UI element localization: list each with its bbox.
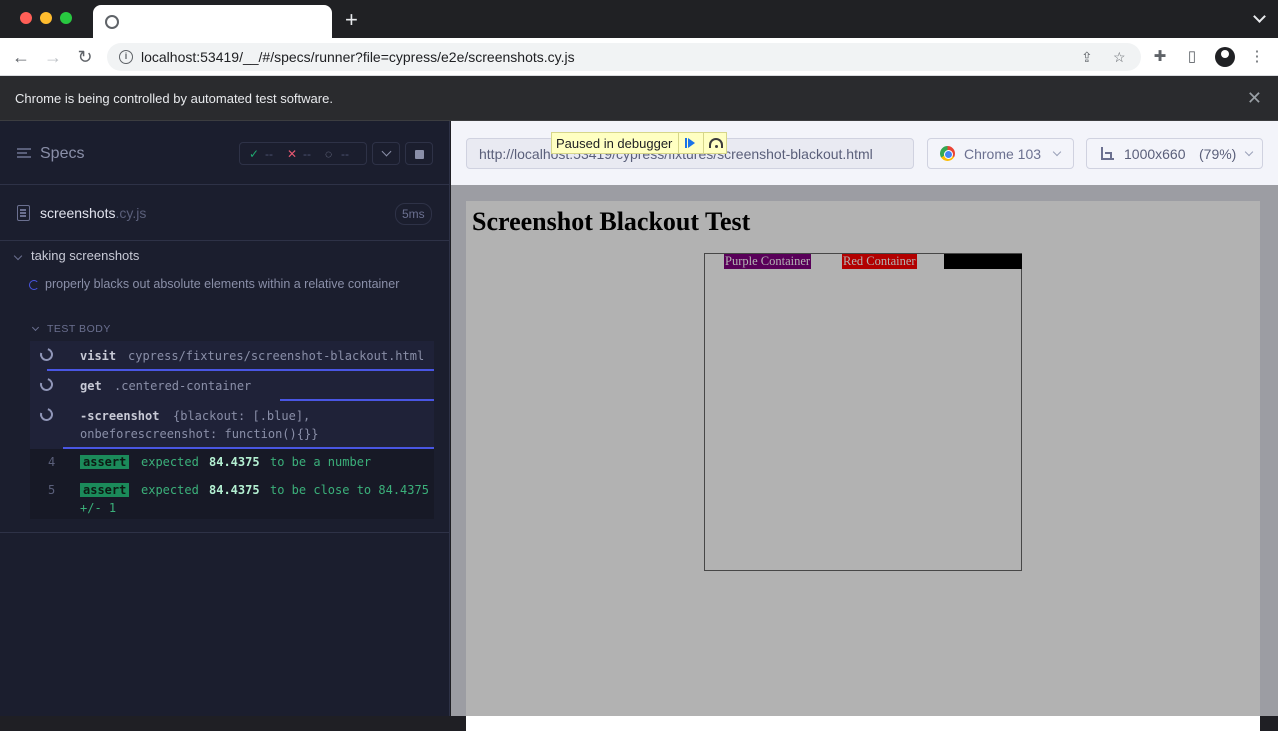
browser-name: Chrome 103: [964, 146, 1042, 162]
viewport-scale: (79%): [1199, 146, 1237, 162]
spec-file-row[interactable]: screenshots.cy.js 5ms: [0, 185, 449, 241]
site-info-icon[interactable]: i: [119, 50, 133, 64]
collapse-all-button[interactable]: [372, 142, 400, 165]
assert-value: 84.4375: [209, 455, 260, 469]
test-title[interactable]: properly blacks out absolute elements wi…: [45, 275, 415, 293]
step-over-button[interactable]: [703, 133, 727, 153]
command-row-visit[interactable]: visit cypress/fixtures/screenshot-blacko…: [30, 341, 434, 371]
assert-message-continued: +/- 1: [80, 501, 117, 515]
command-log: visit cypress/fixtures/screenshot-blacko…: [30, 341, 434, 519]
automation-infobar: Chrome is being controlled by automated …: [0, 76, 1278, 121]
paused-label: Paused in debugger: [556, 136, 673, 151]
specs-button-label[interactable]: Specs: [40, 145, 84, 163]
viewport-size: 1000x660: [1124, 146, 1186, 162]
reporter-header: Specs ✓ -- ✕ -- ◌ --: [0, 121, 449, 185]
bookmark-star-icon[interactable]: ☆: [1113, 49, 1126, 66]
chevron-down-icon: [1244, 147, 1254, 157]
passed-count: --: [265, 147, 273, 161]
side-panel-icon[interactable]: ▯: [1183, 48, 1201, 66]
command-message: {blackout: [.blue],: [173, 409, 311, 423]
spec-duration-badge: 5ms: [395, 203, 432, 225]
paused-in-debugger-badge: Paused in debugger: [551, 132, 727, 154]
reload-icon[interactable]: ↻: [75, 47, 95, 67]
document-icon: [17, 205, 30, 221]
browser-selector[interactable]: Chrome 103: [927, 138, 1074, 169]
command-name: get: [80, 379, 102, 393]
command-row-screenshot[interactable]: -screenshot {blackout: [.blue], onbefore…: [30, 401, 434, 449]
command-row-assert[interactable]: 4 assert expected 84.4375 to be a number: [30, 451, 434, 477]
address-url[interactable]: localhost:53419/__/#/specs/runner?file=c…: [141, 49, 575, 65]
back-arrow-icon[interactable]: ←: [11, 47, 31, 67]
automation-message: Chrome is being controlled by automated …: [15, 91, 333, 106]
command-message: .centered-container: [114, 379, 252, 393]
command-number: 4: [48, 455, 56, 469]
reporter-divider: [0, 532, 449, 533]
chevron-down-icon: [381, 146, 392, 157]
command-row-assert[interactable]: 5 assert expected 84.4375 to be close to…: [30, 479, 434, 519]
browser-tab[interactable]: [93, 5, 332, 38]
forward-arrow-icon[interactable]: →: [43, 47, 63, 67]
aut-iframe-container: Screenshot Blackout Test Purple Containe…: [451, 185, 1278, 731]
failed-x-icon: ✕: [287, 147, 298, 161]
caret-down-icon[interactable]: [31, 323, 40, 332]
close-window-button[interactable]: [20, 12, 32, 24]
suite-title[interactable]: taking screenshots: [31, 248, 139, 263]
specs-list-icon[interactable]: [17, 148, 31, 158]
command-message-continued: onbeforescreenshot: function(){}}: [80, 427, 319, 441]
pending-spinner-icon: ◌: [325, 147, 333, 161]
caret-down-icon[interactable]: [13, 251, 23, 261]
loading-spinner-icon: [37, 405, 56, 424]
command-row-get[interactable]: get .centered-container: [30, 371, 434, 401]
tab-search-chevron-icon[interactable]: [1253, 10, 1266, 23]
test-body-label[interactable]: TEST BODY: [47, 323, 111, 335]
assert-badge: assert: [80, 455, 130, 469]
assert-value: 84.4375: [209, 483, 260, 497]
failed-count: --: [303, 147, 311, 161]
address-bar[interactable]: i localhost:53419/__/#/specs/runner?file…: [107, 43, 1141, 71]
assert-message-end: to be a number: [270, 455, 372, 469]
stop-icon: [415, 150, 424, 159]
new-tab-button[interactable]: +: [345, 9, 358, 31]
resume-button[interactable]: [678, 133, 702, 153]
spec-file-basename: screenshots: [40, 205, 116, 221]
spec-file-extension: .cy.js: [115, 205, 147, 221]
assert-badge: assert: [80, 483, 130, 497]
resume-icon: [685, 138, 695, 148]
command-number: 5: [48, 483, 56, 497]
assert-message: expected: [141, 455, 199, 469]
share-icon[interactable]: ⇪: [1081, 49, 1093, 66]
passed-check-icon: ✓: [249, 147, 260, 161]
command-name: visit: [80, 349, 117, 363]
chevron-down-icon: [1052, 147, 1062, 157]
browser-toolbar: ← → ↻ i localhost:53419/__/#/specs/runne…: [0, 38, 1278, 76]
viewport-info[interactable]: 1000x660 (79%): [1086, 138, 1263, 169]
minimize-window-button[interactable]: [40, 12, 52, 24]
assert-message-end: to be close to 84.4375: [270, 483, 429, 497]
viewport-ruler-icon: [1101, 147, 1114, 160]
more-menu-icon[interactable]: ⋮: [1248, 48, 1266, 66]
test-stats: ✓ -- ✕ -- ◌ --: [239, 142, 367, 165]
command-name: -screenshot: [80, 409, 160, 423]
command-progress-line: [63, 447, 434, 449]
command-message: cypress/fixtures/screenshot-blackout.htm…: [128, 349, 425, 363]
pending-count: --: [341, 147, 349, 161]
close-icon[interactable]: ✕: [1247, 88, 1262, 109]
chrome-logo-icon: [940, 146, 955, 161]
stop-button[interactable]: [405, 142, 433, 165]
debugger-overlay: [451, 185, 1278, 716]
running-spinner-icon: [29, 280, 39, 290]
globe-icon: [105, 15, 119, 29]
spec-file-name: screenshots.cy.js: [40, 205, 146, 221]
browser-titlebar: +: [0, 0, 1278, 38]
cypress-reporter: Specs ✓ -- ✕ -- ◌ -- screenshots.cy.js 5…: [0, 121, 450, 716]
loading-spinner-icon: [37, 345, 56, 364]
profile-avatar-icon[interactable]: [1215, 47, 1235, 67]
step-over-icon: [709, 138, 723, 148]
maximize-window-button[interactable]: [60, 12, 72, 24]
loading-spinner-icon: [37, 375, 56, 394]
assert-message: expected: [141, 483, 199, 497]
extensions-puzzle-icon[interactable]: ✚: [1151, 48, 1169, 66]
